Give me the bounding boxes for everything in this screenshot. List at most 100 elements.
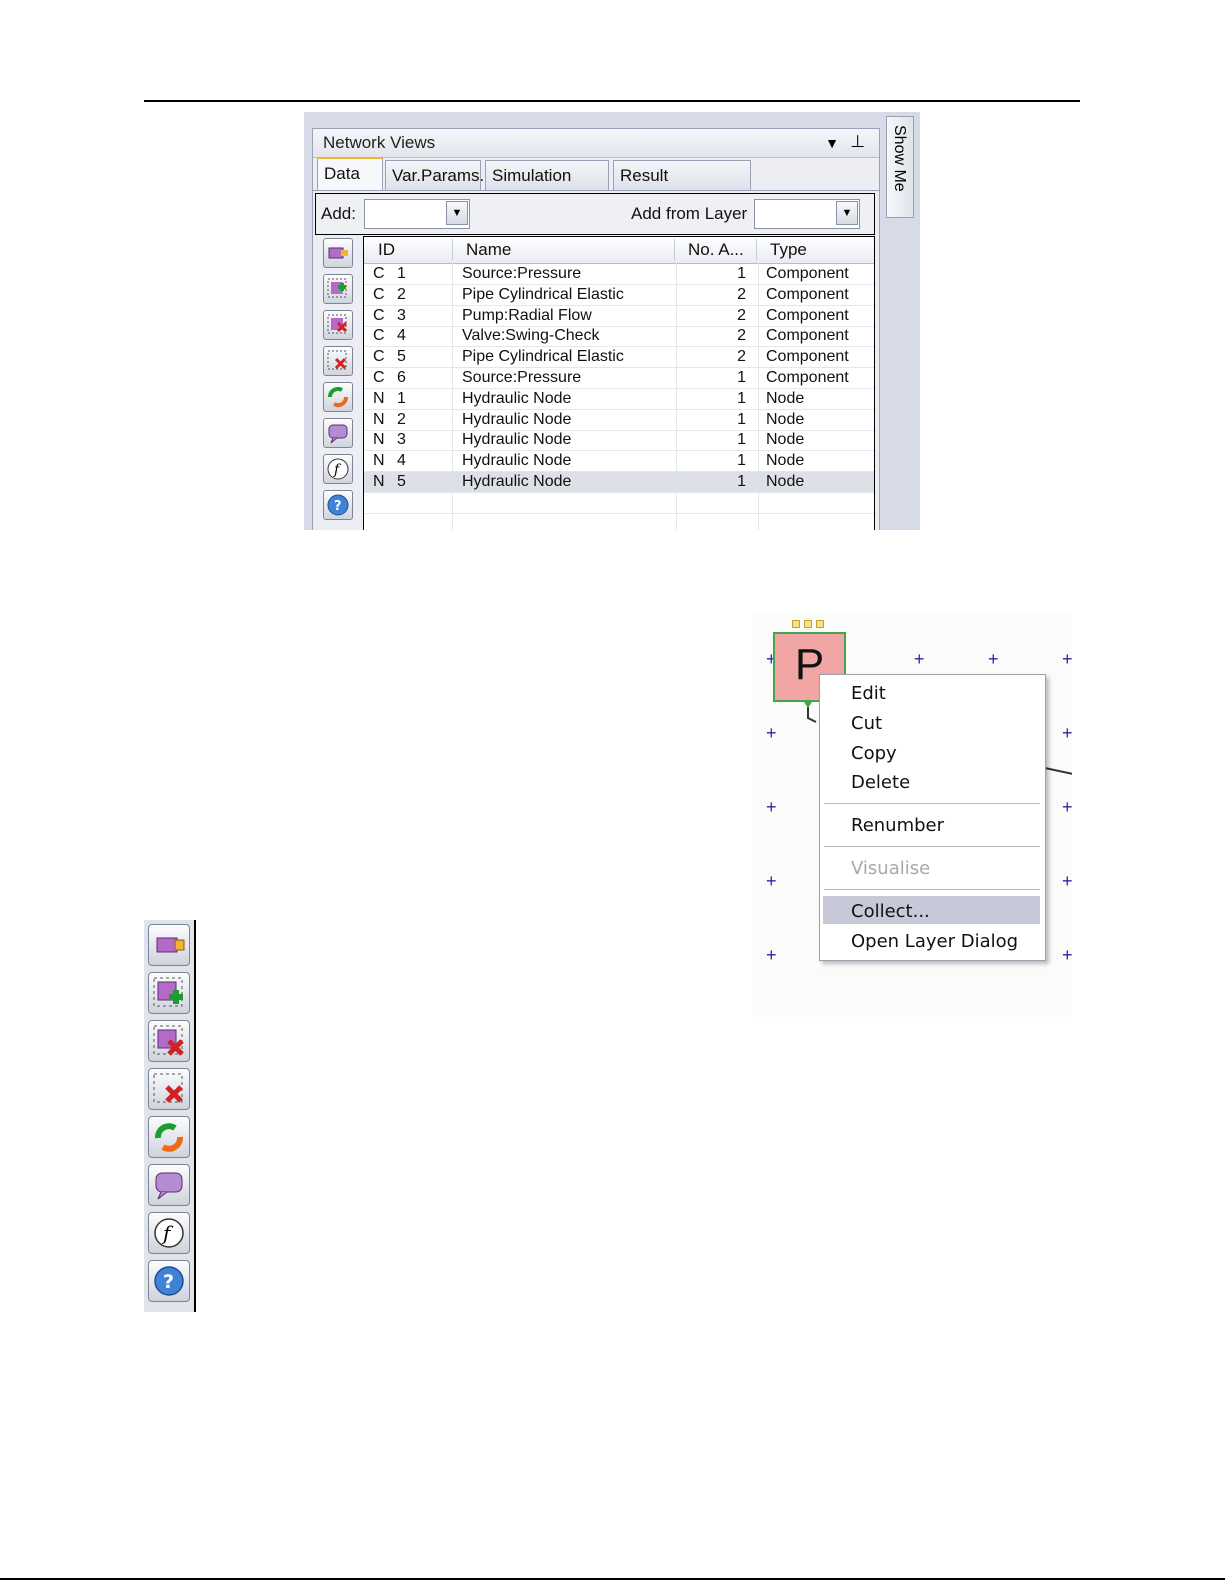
grid-point: +	[766, 797, 777, 817]
component-port[interactable]	[792, 620, 800, 628]
cell-name: Hydraulic Node	[462, 410, 572, 428]
pin-icon[interactable]: ⊥	[850, 132, 865, 152]
add-to-layer-icon[interactable]	[323, 274, 353, 304]
refresh-icon[interactable]	[148, 1116, 190, 1158]
grid-point: +	[1062, 945, 1072, 965]
menu-item-collect[interactable]: Collect...	[851, 901, 930, 922]
panel-menu-arrow-icon[interactable]: ▼	[825, 135, 839, 151]
table-row[interactable]: N 2 Hydraulic Node 1 Node	[364, 410, 874, 431]
cell-n: 3	[397, 431, 406, 449]
cell-no: 2	[737, 285, 746, 303]
cell-type: Node	[766, 389, 805, 407]
component-port[interactable]	[804, 620, 812, 628]
help-icon[interactable]: ?	[148, 1260, 190, 1302]
side-toolbar: f ?	[321, 236, 357, 530]
column-header-name[interactable]: Name	[466, 240, 511, 260]
column-header-no-a[interactable]: No. A...	[688, 240, 744, 260]
comment-icon[interactable]	[148, 1164, 190, 1206]
refresh-icon[interactable]	[323, 382, 353, 412]
cell-p: C	[373, 327, 385, 345]
column-header-type[interactable]: Type	[770, 240, 807, 260]
cell-name: Pump:Radial Flow	[462, 306, 592, 324]
chevron-down-icon[interactable]: ▼	[446, 201, 468, 225]
cell-type: Node	[766, 410, 805, 428]
table-row[interactable]: C 5 Pipe Cylindrical Elastic 2 Component	[364, 347, 874, 369]
grid-point: +	[766, 871, 777, 891]
context-menu: Edit Cut Copy Delete Renumber Visualise …	[819, 674, 1046, 961]
delete-selection-icon[interactable]	[148, 1068, 190, 1110]
function-icon[interactable]: f	[323, 454, 353, 484]
tab-simulation-data[interactable]: Simulation Data	[485, 160, 609, 215]
table-row[interactable]: N 4 Hydraulic Node 1 Node	[364, 451, 874, 473]
column-separator[interactable]	[756, 239, 757, 261]
menu-item-delete[interactable]: Delete	[851, 772, 910, 793]
cell-no: 2	[737, 327, 746, 345]
menu-item-renumber[interactable]: Renumber	[851, 815, 944, 836]
column-separator[interactable]	[674, 239, 675, 261]
cell-type: Component	[766, 265, 849, 282]
menu-item-open-layer-dialog[interactable]: Open Layer Dialog	[851, 931, 1018, 952]
component-icon[interactable]	[148, 924, 190, 966]
show-me-tab[interactable]: Show Me	[886, 116, 914, 218]
table-row[interactable]: N 1 Hydraulic Node 1 Node	[364, 389, 874, 410]
cell-n: 4	[397, 327, 406, 345]
cell-p: C	[373, 369, 385, 386]
table-row[interactable]: N 5 Hydraulic Node 1 Node	[364, 472, 874, 493]
table-row[interactable]: N 3 Hydraulic Node 1 Node	[364, 430, 874, 452]
panel-frame: Network Views ▼ ⊥ Data Var.Params. Simul…	[312, 128, 880, 530]
column-header-id[interactable]: ID	[378, 240, 395, 260]
tab-label: Var.Params.	[392, 166, 485, 185]
panel-title-bar: Network Views ▼ ⊥	[313, 129, 879, 158]
cell-name: Hydraulic Node	[462, 389, 572, 407]
grid-point: +	[914, 649, 925, 669]
cell-no: 1	[737, 473, 746, 490]
chevron-down-icon[interactable]: ▼	[836, 201, 858, 225]
network-canvas[interactable]: + + + + + + + + + + + + P Edit Cut Copy …	[752, 612, 1072, 1017]
cell-name: Hydraulic Node	[462, 473, 572, 490]
cell-n: 5	[397, 473, 406, 490]
menu-item-edit[interactable]: Edit	[851, 683, 886, 704]
add-to-layer-icon[interactable]	[148, 972, 190, 1014]
table-row[interactable]: C 3 Pump:Radial Flow 2 Component	[364, 306, 874, 327]
comment-icon[interactable]	[323, 418, 353, 448]
connector-wire	[1044, 766, 1072, 776]
cell-n: 2	[397, 410, 406, 428]
cell-p: C	[373, 348, 385, 366]
add-combo[interactable]: ▼	[364, 199, 470, 229]
cell-p: C	[373, 285, 385, 303]
cell-p: N	[373, 389, 385, 407]
table-row[interactable]: C 4 Valve:Swing-Check 2 Component	[364, 326, 874, 348]
menu-item-copy[interactable]: Copy	[851, 743, 897, 764]
tab-data[interactable]: Data	[317, 157, 383, 191]
tab-var-params[interactable]: Var.Params.	[385, 160, 485, 190]
table-row	[364, 514, 874, 530]
remove-from-layer-icon[interactable]	[148, 1020, 190, 1062]
column-separator[interactable]	[452, 239, 453, 261]
cell-no: 1	[737, 265, 746, 282]
component-port[interactable]	[816, 620, 824, 628]
menu-separator	[824, 803, 1040, 804]
cell-name: Source:Pressure	[462, 369, 582, 386]
table-row[interactable]: C 2 Pipe Cylindrical Elastic 2 Component	[364, 285, 874, 306]
cell-n: 3	[397, 306, 406, 324]
table-row[interactable]: C 6 Source:Pressure 1 Component	[364, 368, 874, 389]
function-icon[interactable]: f	[148, 1212, 190, 1254]
remove-from-layer-icon[interactable]	[323, 310, 353, 340]
delete-selection-icon[interactable]	[323, 346, 353, 376]
tab-result-sets-audit[interactable]: Result Sets/Audit	[613, 160, 751, 215]
cell-n: 1	[397, 389, 406, 407]
menu-item-cut[interactable]: Cut	[851, 713, 882, 734]
add-from-layer-combo[interactable]: ▼	[754, 199, 860, 229]
cell-type: Component	[766, 348, 849, 366]
data-grid: ID Name No. A... Type C 1 Source:Pressure 1…	[363, 236, 875, 530]
table-row[interactable]: C 1 Source:Pressure 1 Component	[364, 264, 874, 285]
cell-n: 1	[397, 265, 406, 282]
cell-type: Component	[766, 306, 849, 324]
add-label: Add:	[321, 204, 356, 223]
grid-point: +	[1062, 649, 1072, 669]
component-icon[interactable]	[323, 238, 353, 268]
help-icon[interactable]: ?	[323, 490, 353, 520]
cell-n: 5	[397, 348, 406, 366]
show-me-label: Show Me	[891, 125, 908, 192]
grid-header: ID Name No. A... Type	[364, 237, 874, 264]
